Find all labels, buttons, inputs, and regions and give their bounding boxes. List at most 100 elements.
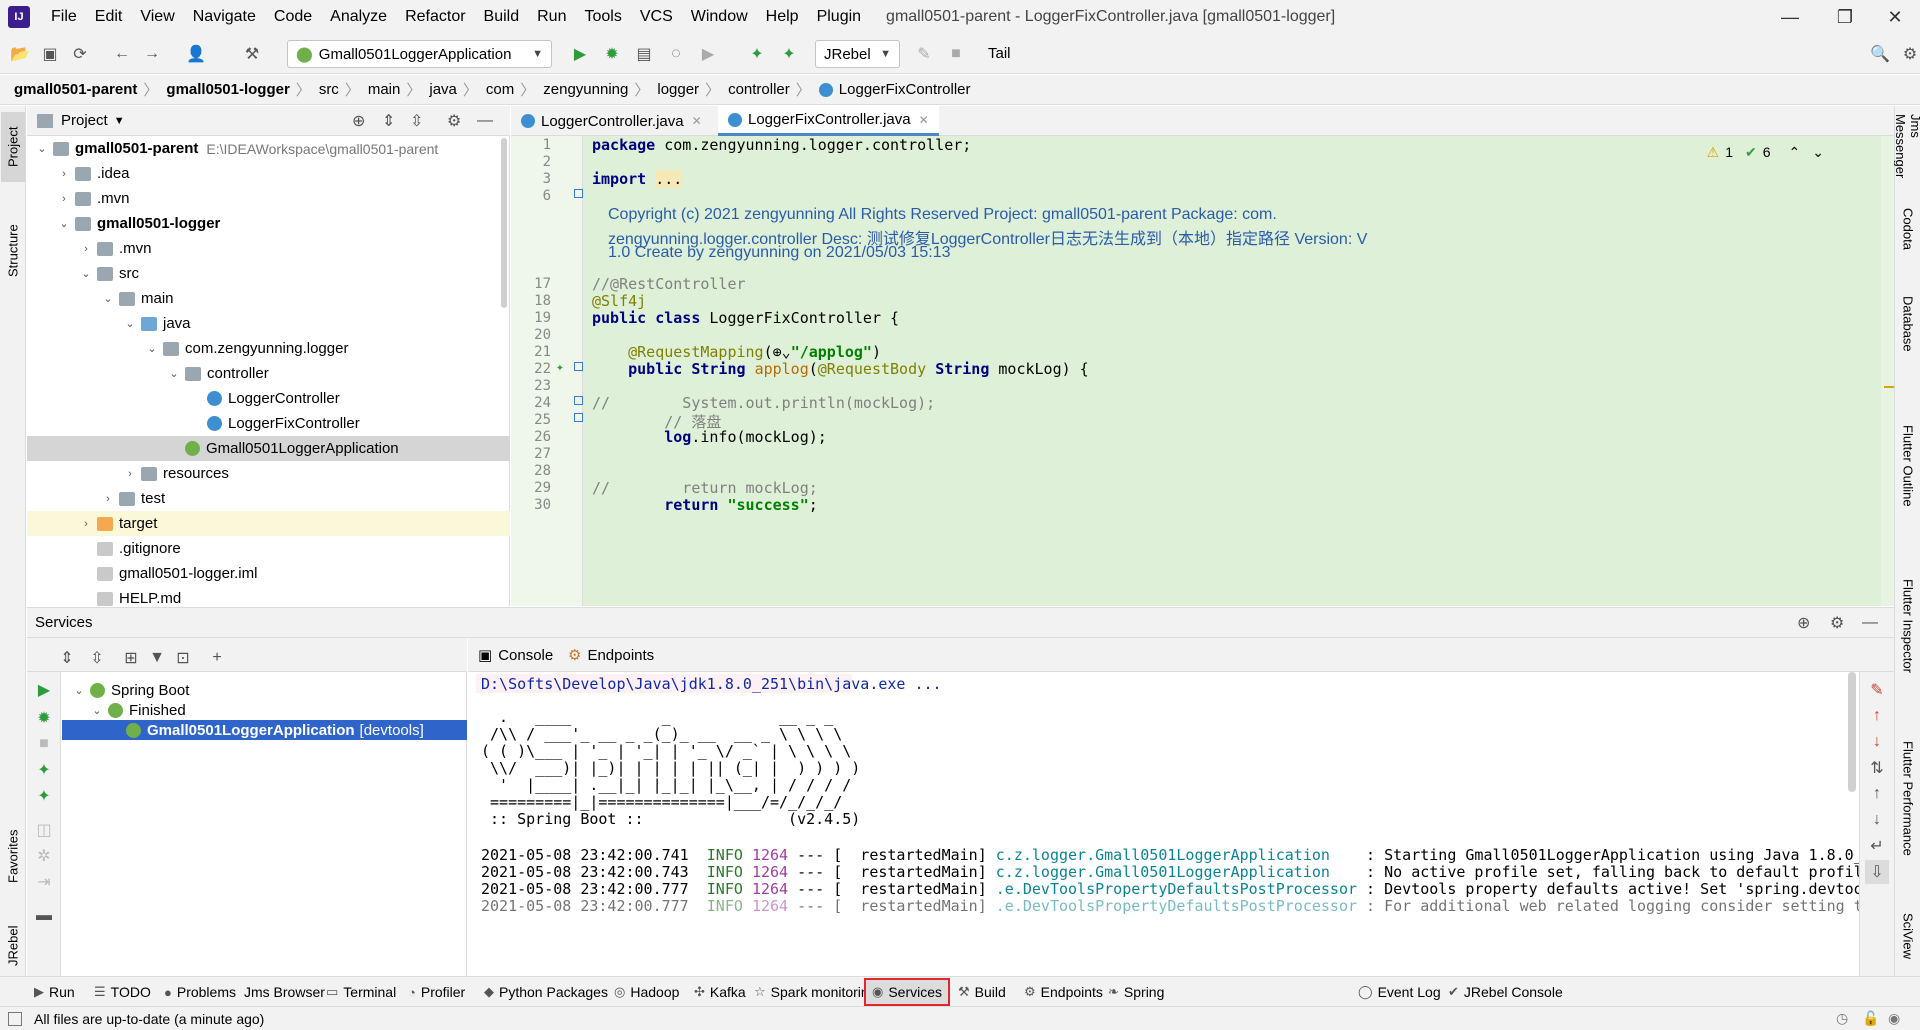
stop-icon[interactable]: ■ xyxy=(944,42,968,66)
chevron-down-icon[interactable]: ⌄ xyxy=(145,342,159,355)
menu-refactor[interactable]: Refactor xyxy=(396,8,474,26)
tool-tab-jms-browser[interactable]: Jms Browser xyxy=(238,977,331,1007)
scroll-down-icon[interactable]: ↓ xyxy=(1865,808,1889,832)
tab-flutter-inspector[interactable]: Flutter Inspector xyxy=(1896,556,1920,696)
camera-icon[interactable]: ◫ xyxy=(32,818,56,842)
chevron-down-icon[interactable]: ⌄ xyxy=(72,684,86,697)
chevron-right-icon[interactable]: › xyxy=(101,493,115,505)
filter-icon[interactable]: ▼ xyxy=(145,646,169,670)
maximize-button[interactable]: ❐ xyxy=(1820,0,1870,34)
tool-tab-hadoop[interactable]: ◎ Hadoop xyxy=(608,977,685,1007)
hide-icon[interactable]: — xyxy=(477,112,493,130)
menu-view[interactable]: View xyxy=(131,8,183,26)
code-line[interactable]: return "success"; xyxy=(592,496,818,514)
tree-item[interactable]: gmall0501-logger.iml xyxy=(27,561,510,586)
arrow-down-icon[interactable]: ↓ xyxy=(1865,730,1889,754)
code-line[interactable]: import ... xyxy=(592,170,683,188)
tab-logger-controller[interactable]: LoggerController.java ✕ xyxy=(511,106,712,136)
breadcrumb-item[interactable]: com xyxy=(486,81,514,98)
code-line[interactable]: @RequestMapping(⊕⌄"/applog") xyxy=(592,343,881,361)
status-square-icon[interactable] xyxy=(8,1011,22,1026)
build-hammer-icon[interactable]: ⚒ xyxy=(240,42,264,66)
code-editor[interactable]: 1 2 3 6 17 18 19 20 21 22 23 24 25 26 27 28 29 30 ✦ packag… xyxy=(511,136,1894,606)
tool-tab-services[interactable]: ◉ Services xyxy=(864,978,951,1006)
tab-console[interactable]: ▣ Console xyxy=(468,638,563,672)
debug-icon[interactable]: ✹ xyxy=(32,706,56,730)
debug-icon[interactable]: ✹ xyxy=(600,42,624,66)
tab-endpoints[interactable]: ⚙ Endpoints xyxy=(558,638,664,672)
breadcrumb-item[interactable]: LoggerFixController xyxy=(839,81,971,98)
jrebel-select[interactable]: JRebel ▼ xyxy=(815,40,900,68)
service-item[interactable]: ⌄ Finished xyxy=(62,700,467,720)
add-icon[interactable]: + xyxy=(205,646,229,670)
code-line[interactable]: public class LoggerFixController { xyxy=(592,309,899,327)
menu-code[interactable]: Code xyxy=(265,8,321,26)
notifications-icon[interactable]: ◉ xyxy=(1888,1010,1900,1027)
tab-jms-messenger[interactable]: Jms Messenger xyxy=(1893,114,1920,184)
expand-all-icon[interactable]: ⇕ xyxy=(55,646,79,670)
close-icon[interactable]: ✕ xyxy=(692,114,702,128)
tree-item[interactable]: ⌄ java xyxy=(27,311,510,336)
breadcrumb-item[interactable]: src xyxy=(319,81,339,98)
tree-item[interactable]: Gmall0501LoggerApplication xyxy=(27,436,510,461)
sort-icon[interactable]: ⇅ xyxy=(1865,756,1889,780)
gear-icon[interactable]: ⚙ xyxy=(1830,613,1844,633)
gear-icon[interactable]: ⚙ xyxy=(447,111,461,131)
tool-tab-endpoints[interactable]: ⚙ Endpoints xyxy=(1018,977,1109,1007)
console-command[interactable]: D:\Softs\Develop\Java\jdk1.8.0_251\bin\j… xyxy=(481,675,942,693)
breadcrumb-item[interactable]: gmall0501-parent xyxy=(14,81,137,98)
collapse-all-icon[interactable]: ⇳ xyxy=(410,111,423,131)
tree-scrollbar[interactable] xyxy=(501,138,507,308)
chevron-down-icon[interactable]: ⌄ xyxy=(90,704,104,717)
code-line[interactable]: package com.zengyunning.logger.controlle… xyxy=(592,136,971,154)
menu-file[interactable]: File xyxy=(42,8,86,26)
tree-item[interactable]: ⌄ gmall0501-logger xyxy=(27,211,510,236)
tab-sciview[interactable]: SciView xyxy=(1896,906,1920,966)
menu-tools[interactable]: Tools xyxy=(575,8,630,26)
close-button[interactable]: ✕ xyxy=(1870,0,1920,34)
breadcrumb-item[interactable]: main xyxy=(368,81,401,98)
layout-icon[interactable]: ▬ xyxy=(32,904,56,928)
tab-favorites[interactable]: Favorites xyxy=(1,816,25,896)
service-item[interactable]: ⌄ Spring Boot xyxy=(62,680,467,700)
tree-item[interactable]: LoggerFixController xyxy=(27,411,510,436)
breadcrumb-item[interactable]: java xyxy=(429,81,457,98)
coverage-icon[interactable]: ▤ xyxy=(632,42,656,66)
console-scrollbar[interactable] xyxy=(1848,672,1856,792)
tree-item[interactable]: › resources xyxy=(27,461,510,486)
wrap-icon[interactable]: ↵ xyxy=(1865,834,1889,858)
chevron-right-icon[interactable]: › xyxy=(57,168,71,180)
breadcrumb-item[interactable]: zengyunning xyxy=(543,81,628,98)
search-icon[interactable]: 🔍 xyxy=(1868,42,1892,66)
close-icon[interactable]: ✕ xyxy=(919,113,929,127)
group-by-icon[interactable]: ⊞ xyxy=(119,646,143,670)
tree-item[interactable]: ⌄ com.zengyunning.logger xyxy=(27,336,510,361)
stop-disabled-icon[interactable]: ▶ xyxy=(696,42,720,66)
tool-tab-jrebel-console[interactable]: ✔ JRebel Console xyxy=(1442,977,1569,1007)
tab-flutter-performance[interactable]: Flutter Performance xyxy=(1896,716,1920,881)
chevron-right-icon[interactable]: › xyxy=(79,518,93,530)
jrebel-run-icon[interactable]: ✦ xyxy=(745,42,769,66)
tool-tab-kafka[interactable]: ✣ Kafka xyxy=(688,977,752,1007)
banner-line[interactable]: ' |____| .__|_| |_|_| |_\__, | / / / / xyxy=(481,776,851,794)
jrebel-debug-icon[interactable]: ✦ xyxy=(777,42,801,66)
chevron-down-icon[interactable]: ⌄ xyxy=(35,142,49,155)
tool-tab-problems[interactable]: ● Problems xyxy=(158,977,242,1007)
menu-vcs[interactable]: VCS xyxy=(631,8,682,26)
tool-tab-terminal[interactable]: ▭ Terminal xyxy=(320,977,402,1007)
service-item[interactable]: Gmall0501LoggerApplication [devtools] xyxy=(62,720,467,740)
tab-project[interactable]: Project xyxy=(1,112,25,182)
menu-plugin[interactable]: Plugin xyxy=(808,8,870,26)
tool-tab-todo[interactable]: ☰ TODO xyxy=(88,977,157,1007)
scroll-up-icon[interactable]: ↑ xyxy=(1865,782,1889,806)
tool-tab-event-log[interactable]: ◯ Event Log xyxy=(1352,977,1447,1007)
code-line[interactable]: log.info(mockLog); xyxy=(592,428,827,446)
back-icon[interactable]: ← xyxy=(110,42,134,66)
chevron-right-icon[interactable]: › xyxy=(123,468,137,480)
chevron-down-icon[interactable]: ▼ xyxy=(114,115,125,127)
log-line[interactable]: 2021-05-08 23:42:00.741 INFO 1264 --- [ … xyxy=(481,846,1859,864)
tab-database[interactable]: Database xyxy=(1896,274,1920,374)
scroll-end-icon[interactable]: ⇩ xyxy=(1865,860,1889,884)
tree-item[interactable]: › .idea xyxy=(27,161,510,186)
save-icon[interactable]: ▣ xyxy=(38,42,62,66)
